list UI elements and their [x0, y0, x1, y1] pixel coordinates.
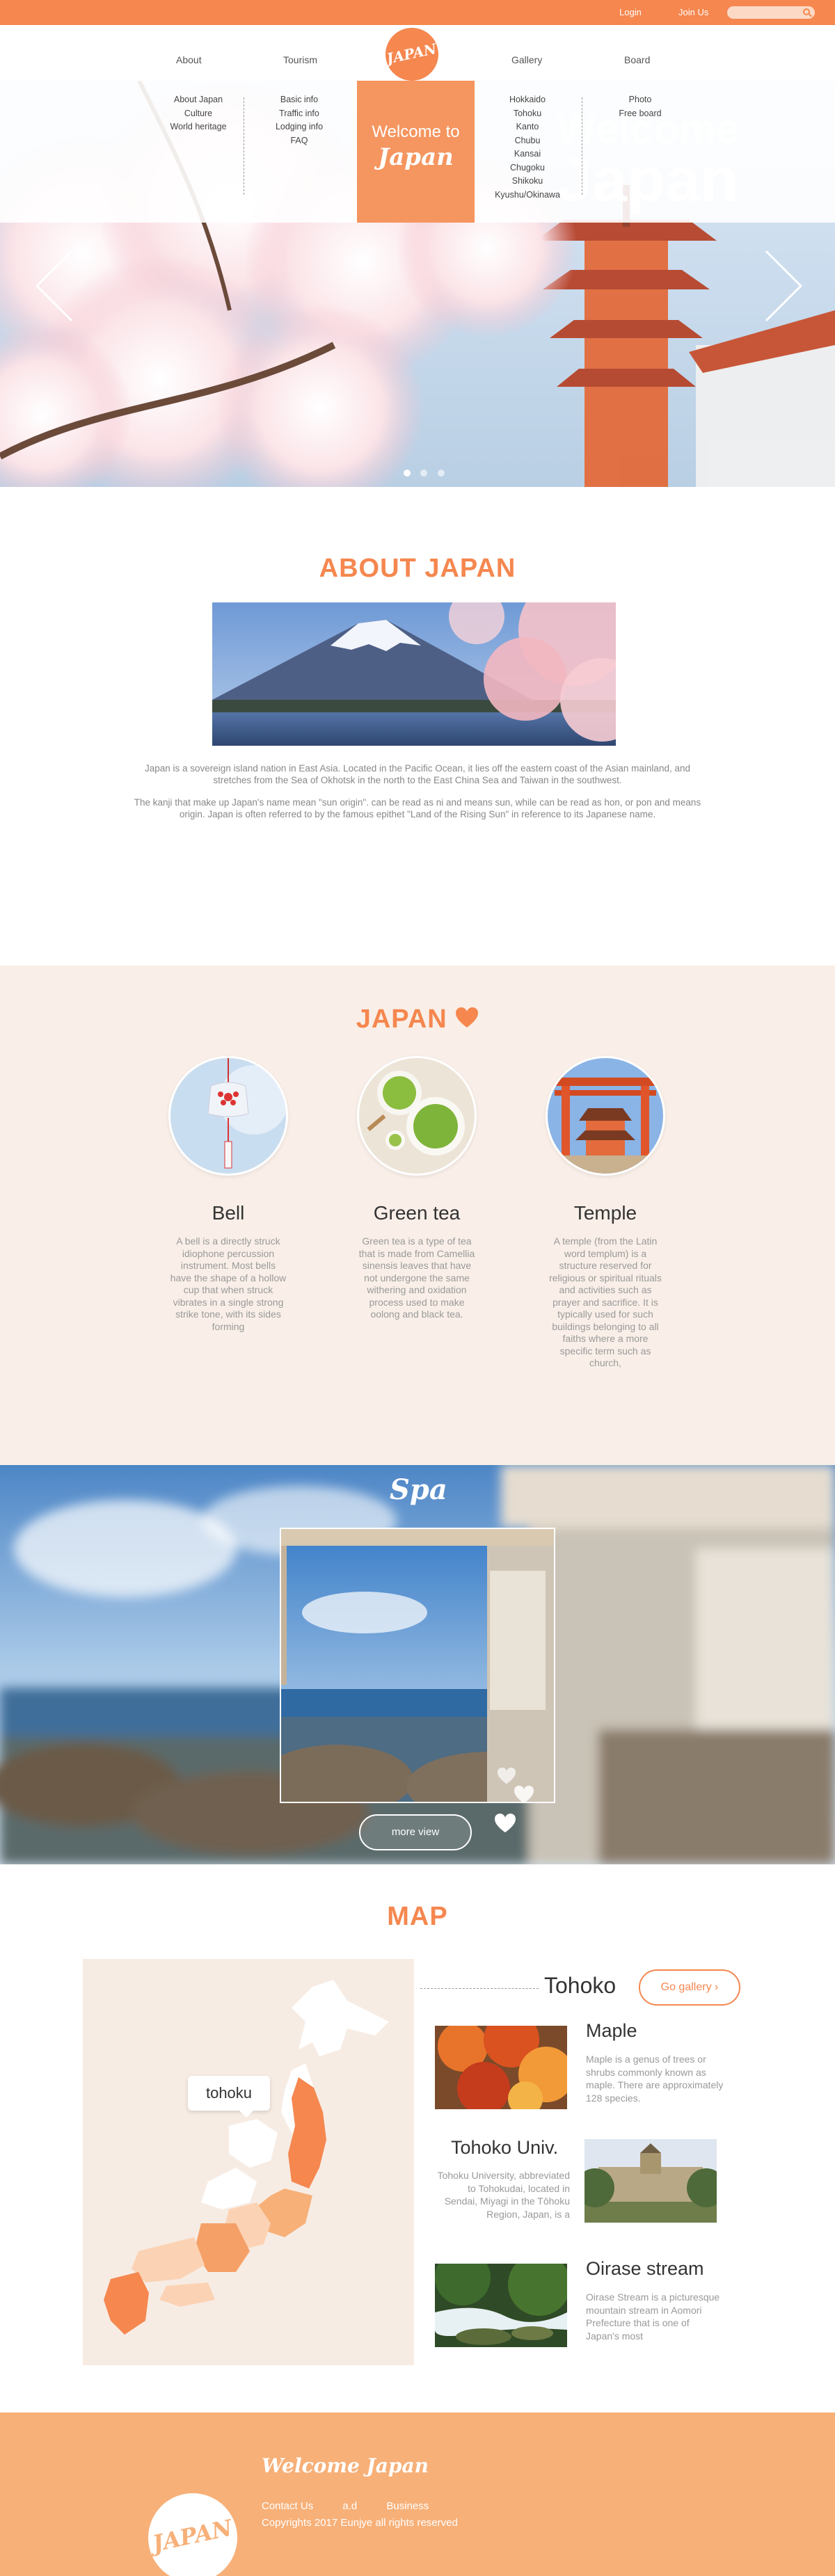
go-gallery-button[interactable]: Go gallery ›: [639, 1969, 740, 2006]
japan-map-graphic: [104, 1980, 389, 2335]
menu-item[interactable]: Chugoku: [486, 161, 569, 175]
slider-dot[interactable]: [437, 470, 445, 477]
about-paragraph: The kanji that make up Japan's name mean…: [134, 797, 701, 819]
slider-dots: [400, 467, 448, 480]
footer-welcome: Welcome Japan: [262, 2454, 429, 2477]
more-view-button[interactable]: more view: [359, 1814, 472, 1850]
nav-tourism[interactable]: Tourism: [283, 54, 317, 65]
map-connector-line: [420, 1988, 539, 1989]
menu-item[interactable]: Kanto: [486, 120, 569, 134]
spa-title: Spa: [390, 1473, 447, 1506]
about-text: Japan is a sovereign island nation in Ea…: [132, 762, 703, 820]
page: Login Join Us About Tourism Gallery Boar…: [0, 0, 835, 2576]
footer: JAPAN Welcome Japan Contact Us a.d Busin…: [0, 2413, 835, 2576]
menu-item[interactable]: World heritage: [157, 120, 240, 134]
menu-item[interactable]: Shikoku: [486, 175, 569, 189]
menu-item[interactable]: FAQ: [257, 134, 341, 148]
slider-dot[interactable]: [404, 470, 411, 477]
spot-text: Oirase Stream is a picturesque mountain …: [586, 2291, 720, 2342]
japan-favorites-section: JAPAN Bell A bell is a directly struck i…: [0, 966, 835, 1465]
welcome-line2: Japan: [378, 143, 454, 171]
card-title: Green tea: [373, 1202, 461, 1224]
logo[interactable]: JAPAN: [385, 28, 438, 81]
green-tea-image: [357, 1056, 477, 1176]
university-image: [584, 2139, 717, 2223]
menu-item[interactable]: Tohoku: [486, 107, 569, 121]
welcome-box: Welcome to Japan: [357, 81, 475, 223]
menu-item[interactable]: Basic info: [257, 93, 341, 107]
card-text: A temple (from the Latin word templum) i…: [549, 1235, 662, 1368]
spot-text: Tohoku University, abbreviated to Tohoku…: [437, 2170, 570, 2220]
card-text: A bell is a directly struck idiophone pe…: [170, 1235, 287, 1332]
temple-image: [546, 1056, 665, 1176]
menu-item[interactable]: Chubu: [486, 134, 569, 148]
nav-about[interactable]: About: [176, 54, 202, 65]
next-arrow-icon[interactable]: [763, 248, 804, 324]
svg-text:JAPAN: JAPAN: [148, 2514, 236, 2558]
slider-dot[interactable]: [420, 470, 428, 477]
card-title: Temple: [573, 1202, 637, 1224]
menu-about-column: About Japan Culture World heritage: [157, 93, 240, 134]
card-temple: Temple A temple (from the Latin word tem…: [536, 1056, 675, 1370]
search-icon[interactable]: [803, 8, 810, 15]
mega-menu: Welcome Japan About Japan Culture World …: [0, 81, 835, 223]
chevron-right-icon: ›: [715, 1981, 719, 1993]
logo-text: JAPAN: [385, 40, 438, 68]
login-link[interactable]: Login: [619, 7, 642, 17]
spot-title: Maple: [586, 2020, 637, 2041]
japan-map: [83, 1959, 414, 2365]
card-green-tea: Green tea Green tea is a type of tea tha…: [347, 1056, 486, 1321]
search-input[interactable]: [727, 6, 815, 19]
top-bar: Login Join Us: [0, 0, 835, 25]
menu-region-column: Hokkaido Tohoku Kanto Chubu Kansai Chugo…: [486, 93, 569, 202]
menu-item[interactable]: Lodging info: [257, 120, 341, 134]
menu-item[interactable]: Photo: [598, 93, 682, 107]
region-name: Tohoko: [544, 1973, 617, 1998]
map-tooltip: tohoku: [188, 2076, 270, 2118]
card-bell: Bell A bell is a directly struck idiopho…: [159, 1056, 298, 1333]
footer-links: Contact Us a.d Business: [262, 2500, 455, 2512]
stream-image: [435, 2264, 567, 2347]
footer-logo[interactable]: JAPAN: [146, 2493, 237, 2576]
bell-image: [168, 1056, 288, 1176]
menu-item[interactable]: Kansai: [486, 147, 569, 161]
heart-icon[interactable]: [494, 1813, 516, 1834]
menu-item[interactable]: About Japan: [157, 93, 240, 107]
spa-section: Spa more view: [0, 1465, 835, 1864]
spa-photo: [280, 1528, 555, 1803]
spot-title: Oirase stream: [586, 2258, 704, 2279]
spot-title: Tohoko Univ.: [451, 2137, 559, 2158]
map-title: MAP: [387, 1902, 448, 1931]
menu-item[interactable]: Culture: [157, 107, 240, 121]
about-title: ABOUT JAPAN: [319, 554, 516, 583]
copyright: Copyrights 2017 Eunjye all rights reserv…: [262, 2517, 458, 2529]
logo-mark: JAPAN: [385, 40, 438, 68]
welcome-line1: Welcome to: [372, 122, 460, 141]
footer-link-ad[interactable]: a.d: [342, 2500, 357, 2512]
heart-icon: [456, 1007, 479, 1027]
menu-item[interactable]: Traffic info: [257, 107, 341, 121]
spot-text: Maple is a genus of trees or shrubs comm…: [586, 2054, 724, 2104]
menu-board-column: Photo Free board: [598, 93, 682, 120]
menu-item[interactable]: Hokkaido: [486, 93, 569, 107]
menu-tourism-column: Basic info Traffic info Lodging info FAQ: [257, 93, 341, 147]
menu-item[interactable]: Kyushu/Okinawa: [486, 189, 569, 202]
nav-gallery[interactable]: Gallery: [511, 54, 542, 65]
footer-link-business[interactable]: Business: [386, 2500, 429, 2512]
ghost-title: Welcome Japan: [557, 106, 740, 215]
prev-arrow-icon[interactable]: [33, 248, 75, 324]
menu-item[interactable]: Free board: [598, 107, 682, 121]
about-paragraph: Japan is a sovereign island nation in Ea…: [145, 763, 690, 785]
card-title: Bell: [212, 1202, 245, 1224]
card-text: Green tea is a type of tea that is made …: [358, 1235, 475, 1320]
maple-image: [435, 2026, 567, 2109]
heart-icon[interactable]: [497, 1767, 516, 1785]
japan-love-title: JAPAN: [0, 1005, 835, 1034]
footer-logo-mark: JAPAN: [146, 2514, 236, 2558]
fuji-image: [212, 602, 616, 746]
footer-link-contact[interactable]: Contact Us: [262, 2500, 313, 2512]
heart-icon[interactable]: [514, 1785, 534, 1805]
join-link[interactable]: Join Us: [678, 7, 708, 17]
nav-board[interactable]: Board: [624, 54, 650, 65]
